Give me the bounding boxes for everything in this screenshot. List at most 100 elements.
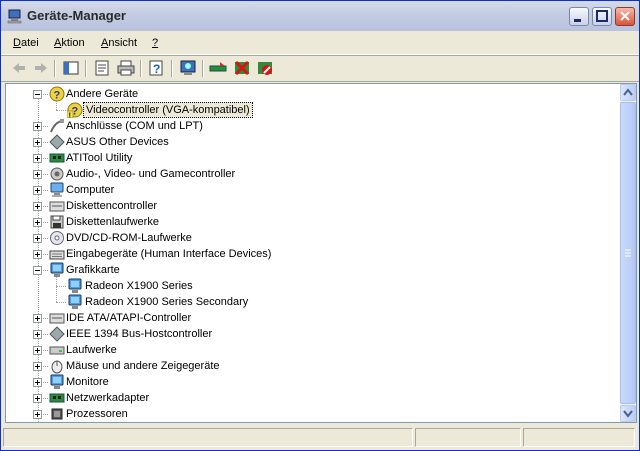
tree-item-label[interactable]: Anschlüsse (COM und LPT) [64, 118, 205, 134]
tree-category[interactable]: Grafikkarte [6, 262, 620, 278]
status-bar [1, 427, 639, 450]
expand-icon[interactable] [33, 394, 42, 403]
tree-item-label[interactable]: Monitore [64, 374, 111, 390]
tree-guide-line [56, 302, 66, 303]
show-hide-tree-icon[interactable] [61, 59, 81, 77]
expand-icon[interactable] [33, 362, 42, 371]
tree-category[interactable]: Netzwerkadapter [6, 390, 620, 406]
title-bar[interactable]: Geräte-Manager [1, 1, 639, 31]
tree-device[interactable]: ?! Videocontroller (VGA-kompatibel) [6, 102, 620, 118]
menu-aktion[interactable]: Aktion [54, 37, 85, 49]
tree-item-label[interactable]: Radeon X1900 Series Secondary [83, 294, 250, 310]
collapse-icon[interactable] [33, 266, 42, 275]
tree-category[interactable]: IEEE 1394 Bus-Hostcontroller [6, 326, 620, 342]
tree-category[interactable]: Anschlüsse (COM und LPT) [6, 118, 620, 134]
monitor-icon [50, 262, 64, 277]
expand-icon[interactable] [33, 170, 42, 179]
tree-category[interactable]: Prozessoren [6, 406, 620, 422]
tree-category[interactable]: ASUS Other Devices [6, 134, 620, 150]
tree-item-label[interactable]: Laufwerke [64, 342, 119, 358]
tree-item-label[interactable]: Computer [64, 182, 116, 198]
monitor-icon [68, 278, 82, 293]
tree-item-label[interactable]: IDE ATA/ATAPI-Controller [64, 310, 193, 326]
print-icon[interactable] [116, 59, 136, 77]
properties-icon[interactable] [92, 59, 112, 77]
monitor-icon [50, 374, 64, 389]
chevron-up-icon [623, 88, 633, 96]
tree-item-label[interactable]: Eingabegeräte (Human Interface Devices) [64, 246, 273, 262]
tree-device[interactable]: Radeon X1900 Series Secondary [6, 294, 620, 310]
menu-datei[interactable]: Datei [13, 37, 39, 49]
menu-ansicht[interactable]: Ansicht [101, 37, 137, 49]
tree-item-label[interactable]: ASUS Other Devices [64, 134, 171, 150]
tree-item-label[interactable]: DVD/CD-ROM-Laufwerke [64, 230, 194, 246]
tree-category[interactable]: Audio-, Video- und Gamecontroller [6, 166, 620, 182]
expand-icon[interactable] [33, 378, 42, 387]
maximize-button[interactable] [592, 7, 612, 26]
vertical-scrollbar[interactable] [620, 84, 636, 422]
tree-category[interactable]: DVD/CD-ROM-Laufwerke [6, 230, 620, 246]
expand-icon[interactable] [33, 202, 42, 211]
expand-icon[interactable] [33, 186, 42, 195]
tree-item-label[interactable]: IEEE 1394 Bus-Hostcontroller [64, 326, 214, 342]
expand-icon[interactable] [33, 218, 42, 227]
device-tree[interactable]: ? Andere Geräte?! Videocontroller (VGA-kom… [6, 84, 620, 422]
expand-icon[interactable] [33, 138, 42, 147]
scan-hardware-icon[interactable] [178, 59, 198, 77]
tree-category[interactable]: IDE ATA/ATAPI-Controller [6, 310, 620, 326]
tree-guide-line [56, 286, 66, 287]
tree-item-label[interactable]: Netzwerkadapter [64, 390, 151, 406]
forward-arrow-icon[interactable] [31, 59, 51, 77]
tree-item-label[interactable]: ATITool Utility [64, 150, 134, 166]
tree-category[interactable]: ? Andere Geräte [6, 86, 620, 102]
tree-item-label[interactable]: Radeon X1900 Series [83, 278, 195, 294]
tree-category[interactable]: Eingabegeräte (Human Interface Devices) [6, 246, 620, 262]
tree-category[interactable]: Diskettencontroller [6, 198, 620, 214]
tree-category[interactable]: Diskettenlaufwerke [6, 214, 620, 230]
tree-item-label[interactable]: Mäuse und andere Zeigegeräte [64, 358, 222, 374]
tree-guide-line [56, 101, 57, 110]
expand-icon[interactable] [33, 234, 42, 243]
update-driver-icon[interactable] [208, 59, 228, 77]
expand-icon[interactable] [33, 250, 42, 259]
unknown-device-icon: ? [49, 86, 65, 102]
tree-category[interactable]: Laufwerke [6, 342, 620, 358]
tree-guide-line [43, 350, 48, 351]
drive-icon [49, 346, 65, 355]
expand-icon[interactable] [33, 346, 42, 355]
tree-item-label[interactable]: Grafikkarte [64, 262, 122, 278]
tree-item-label[interactable]: Audio-, Video- und Gamecontroller [64, 166, 237, 182]
scroll-thumb[interactable] [620, 102, 636, 404]
expand-icon[interactable] [33, 154, 42, 163]
close-button[interactable] [615, 7, 635, 26]
uninstall-icon[interactable] [232, 59, 252, 77]
tree-guide-line [43, 94, 48, 95]
cdrom-icon [50, 231, 64, 245]
expand-icon[interactable] [33, 314, 42, 323]
back-arrow-icon[interactable] [9, 59, 29, 77]
tree-device[interactable]: Radeon X1900 Series [6, 278, 620, 294]
collapse-icon[interactable] [33, 90, 42, 99]
expand-icon[interactable] [33, 122, 42, 131]
tree-item-label[interactable]: Prozessoren [64, 406, 130, 422]
scroll-down-button[interactable] [620, 405, 636, 422]
tree-item-label[interactable]: Andere Geräte [64, 86, 140, 102]
menu-help[interactable]: ? [152, 37, 158, 49]
tree-category[interactable]: Monitore [6, 374, 620, 390]
minimize-button[interactable] [569, 7, 589, 26]
tree-item-label[interactable]: Videocontroller (VGA-kompatibel) [83, 102, 253, 118]
tree-category[interactable]: Mäuse und andere Zeigegeräte [6, 358, 620, 374]
help-icon[interactable]: ? [147, 59, 167, 77]
scroll-up-button[interactable] [620, 84, 636, 101]
disable-device-icon[interactable] [255, 59, 275, 77]
tree-category[interactable]: Computer [6, 182, 620, 198]
port-icon [50, 119, 64, 133]
tree-item-label[interactable]: Diskettencontroller [64, 198, 159, 214]
chevron-down-icon [623, 410, 633, 418]
tree-guide-line [56, 277, 57, 302]
tree-item-label[interactable]: Diskettenlaufwerke [64, 214, 161, 230]
toolbar-separator [85, 60, 86, 77]
expand-icon[interactable] [33, 330, 42, 339]
tree-category[interactable]: ATITool Utility [6, 150, 620, 166]
expand-icon[interactable] [33, 410, 42, 419]
